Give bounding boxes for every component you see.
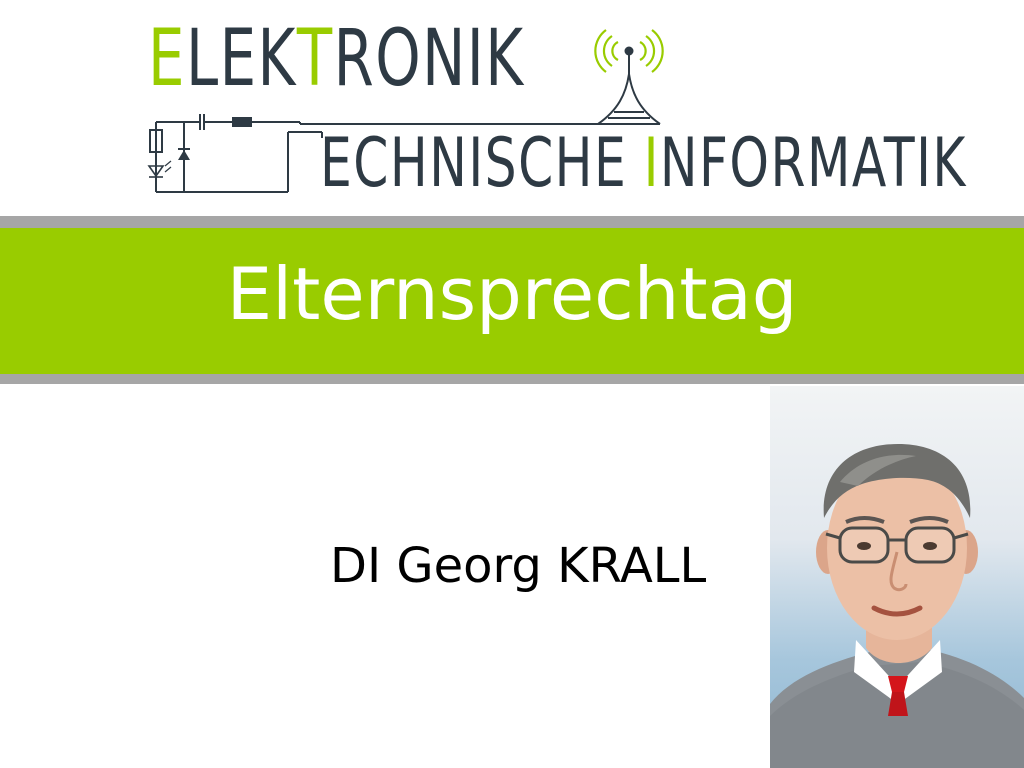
logo-letter-accent: E — [148, 14, 186, 104]
logo-text-part: LEK — [185, 14, 297, 104]
logo-letter-accent: T — [296, 14, 334, 104]
logo-line-technische-informatik: ECHNISCHE I NFORMATIK — [320, 130, 967, 198]
slide: E LEK T RONIK ECHNISCHE I NFORMATIK Elternspr… — [0, 0, 1024, 768]
capacitor-icon — [199, 114, 205, 130]
logo-line-elektronik: E LEK T RONIK — [148, 20, 525, 98]
banner-top-stripe — [0, 216, 1024, 228]
slide-title: Elternsprechtag — [226, 252, 798, 336]
presenter-name: DI Georg KRALL — [330, 538, 707, 594]
radio-tower-icon — [594, 29, 664, 125]
school-logo: E LEK T RONIK ECHNISCHE I NFORMATIK — [140, 14, 965, 204]
led-icon — [147, 129, 172, 178]
banner-bottom-stripe — [0, 374, 1024, 384]
logo-text-part: NFORMATIK — [659, 124, 967, 203]
presenter-photo-illustration — [770, 444, 1024, 768]
presenter-photo — [770, 386, 1024, 768]
logo-text-part: RONIK — [333, 14, 525, 104]
diode-icon — [178, 148, 190, 160]
resistor-icon — [232, 117, 252, 127]
logo-text-part: ECHNISCHE — [320, 124, 628, 203]
logo-letter-accent: I — [643, 124, 660, 203]
